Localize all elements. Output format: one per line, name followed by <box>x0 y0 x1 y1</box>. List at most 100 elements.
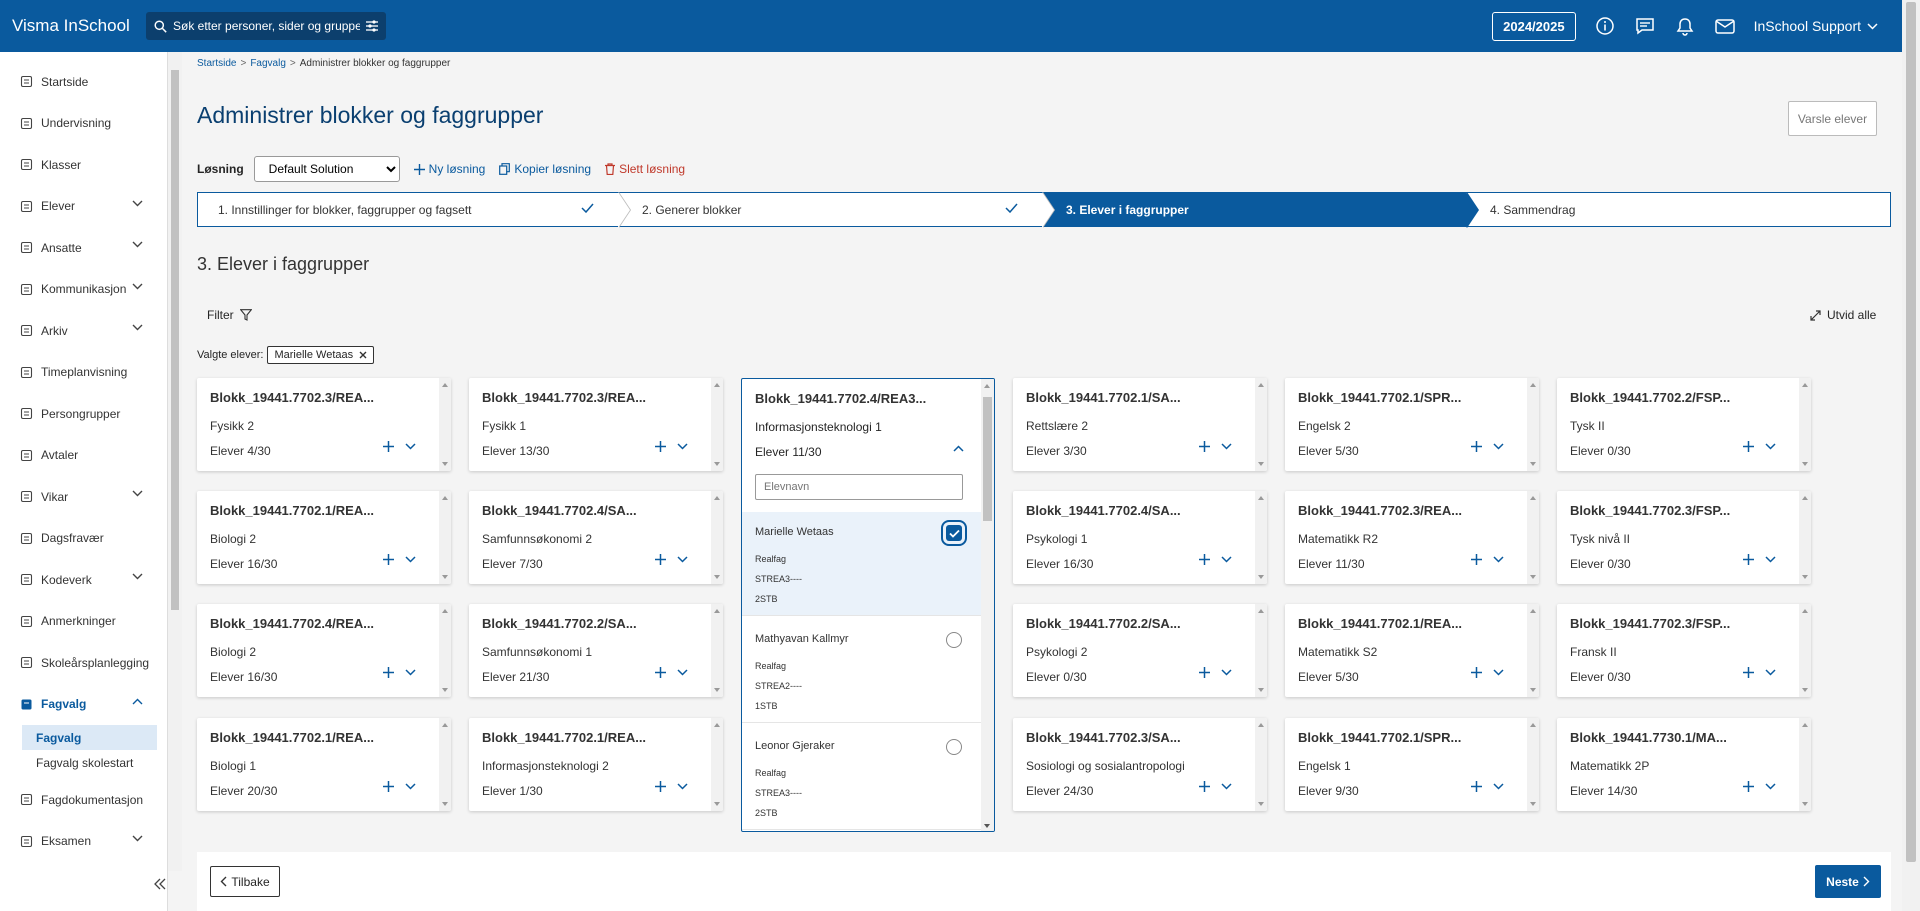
user-menu[interactable]: InSchool Support <box>1754 18 1878 34</box>
block-title[interactable]: Blokk_19441.7702.3/SA... <box>1026 730 1236 745</box>
block-title[interactable]: Blokk_19441.7702.3/FSP... <box>1570 616 1780 631</box>
wizard-step-3[interactable]: 3. Elever i faggrupper <box>1042 192 1479 228</box>
chevron-down-icon[interactable] <box>1221 556 1232 563</box>
sidebar-item-0[interactable]: Startside <box>0 61 167 103</box>
school-year-button[interactable]: 2024/2025 <box>1492 11 1576 41</box>
plus-icon[interactable] <box>1199 667 1210 678</box>
sidebar-item-14[interactable]: Skoleårsplanlegging <box>0 642 167 684</box>
block-card[interactable]: Blokk_19441.7702.4/REA... Biologi 2 Elev… <box>197 604 451 697</box>
sidebar-item-8[interactable]: Persongrupper <box>0 393 167 435</box>
block-title[interactable]: Blokk_19441.7702.2/FSP... <box>1570 390 1780 405</box>
filter-button[interactable]: Filter <box>207 308 252 322</box>
block-card[interactable]: Blokk_19441.7702.1/SPR... Engelsk 2 Elev… <box>1285 378 1539 471</box>
block-card[interactable]: Blokk_19441.7702.1/SPR... Engelsk 1 Elev… <box>1285 718 1539 811</box>
copy-solution-button[interactable]: Kopier løsning <box>499 162 591 176</box>
card-scrollbar[interactable] <box>1799 604 1811 697</box>
plus-icon[interactable] <box>383 554 394 565</box>
notify-students-button[interactable]: Varsle elever <box>1788 101 1877 136</box>
sidebar-item-13[interactable]: Anmerkninger <box>0 601 167 643</box>
mail-icon[interactable] <box>1714 15 1736 37</box>
block-title[interactable]: Blokk_19441.7702.3/REA... <box>482 390 692 405</box>
wizard-step-1[interactable]: 1. Innstillinger for blokker, faggrupper… <box>198 192 631 228</box>
sidebar-item-6[interactable]: Arkiv <box>0 310 167 352</box>
sidebar-item-3[interactable]: Elever <box>0 186 167 228</box>
block-title[interactable]: Blokk_19441.7702.1/REA... <box>482 730 692 745</box>
chevron-down-icon[interactable] <box>677 669 688 676</box>
block-card[interactable]: Blokk_19441.7702.3/REA... Fysikk 2 Eleve… <box>197 378 451 471</box>
sidebar-item-7[interactable]: Timeplanvisning <box>0 352 167 394</box>
block-title[interactable]: Blokk_19441.7702.2/SA... <box>1026 616 1236 631</box>
card-scrollbar[interactable] <box>439 491 451 584</box>
block-card[interactable]: Blokk_19441.7702.4/SA... Psykologi 1 Ele… <box>1013 491 1267 584</box>
chevron-down-icon[interactable] <box>1221 783 1232 790</box>
breadcrumb-fagvalg[interactable]: Fagvalg <box>250 58 286 69</box>
student-checkbox[interactable] <box>946 632 962 648</box>
card-scrollbar[interactable] <box>439 604 451 697</box>
block-card[interactable]: Blokk_19441.7702.2/SA... Samfunnsøkonomi… <box>469 604 723 697</box>
plus-icon[interactable] <box>655 441 666 452</box>
plus-icon[interactable] <box>1199 781 1210 792</box>
sliders-icon[interactable] <box>366 20 378 32</box>
card-scrollbar[interactable] <box>1799 491 1811 584</box>
block-card[interactable]: Blokk_19441.7702.3/FSP... Fransk II Elev… <box>1557 604 1811 697</box>
sidebar-item-10[interactable]: Vikar <box>0 476 167 518</box>
collapse-sidebar-icon[interactable] <box>154 878 166 890</box>
bell-icon[interactable] <box>1674 15 1696 37</box>
chevron-down-icon[interactable] <box>1493 443 1504 450</box>
breadcrumb-startside[interactable]: Startside <box>197 58 236 69</box>
card-scrollbar[interactable] <box>1527 378 1539 471</box>
block-title[interactable]: Blokk_19441.7702.1/REA... <box>210 730 420 745</box>
plus-icon[interactable] <box>655 667 666 678</box>
card-scrollbar[interactable] <box>1527 491 1539 584</box>
expand-all-button[interactable]: Utvid alle <box>1810 308 1876 322</box>
close-icon[interactable] <box>359 351 367 359</box>
plus-icon[interactable] <box>655 554 666 565</box>
block-card[interactable]: Blokk_19441.7702.1/REA... Biologi 2 Elev… <box>197 491 451 584</box>
card-scrollbar[interactable] <box>1255 718 1267 811</box>
plus-icon[interactable] <box>655 781 666 792</box>
student-checkbox[interactable] <box>941 520 967 546</box>
plus-icon[interactable] <box>383 441 394 452</box>
block-title[interactable]: Blokk_19441.7702.1/SPR... <box>1298 730 1508 745</box>
chevron-up-icon[interactable] <box>953 445 964 452</box>
block-title[interactable]: Blokk_19441.7702.3/FSP... <box>1570 503 1780 518</box>
chevron-down-icon[interactable] <box>1493 783 1504 790</box>
sidebar-item-after-0[interactable]: Fagdokumentasjon <box>0 779 167 821</box>
student-row[interactable]: Leonor Gjeraker Realfag STREA3---- 2STB <box>742 726 982 830</box>
card-scrollbar[interactable] <box>1799 378 1811 471</box>
block-title[interactable]: Blokk_19441.7702.4/SA... <box>482 503 692 518</box>
sidebar-item-after-1[interactable]: Eksamen <box>0 821 167 863</box>
wizard-step-2[interactable]: 2. Generer blokker <box>618 192 1055 228</box>
sidebar-scrollbar[interactable] <box>168 52 182 871</box>
sidebar-item-4[interactable]: Ansatte <box>0 227 167 269</box>
plus-icon[interactable] <box>383 781 394 792</box>
block-title[interactable]: Blokk_19441.7702.1/REA... <box>210 503 420 518</box>
block-title[interactable]: Blokk_19441.7702.4/SA... <box>1026 503 1236 518</box>
plus-icon[interactable] <box>1743 441 1754 452</box>
chevron-down-icon[interactable] <box>405 556 416 563</box>
plus-icon[interactable] <box>1199 441 1210 452</box>
block-title[interactable]: Blokk_19441.7702.2/SA... <box>482 616 692 631</box>
card-scrollbar[interactable] <box>1255 604 1267 697</box>
delete-solution-button[interactable]: Slett løsning <box>605 162 685 176</box>
block-title[interactable]: Blokk_19441.7702.4/REA3... <box>755 391 965 406</box>
card-scrollbar[interactable] <box>1527 604 1539 697</box>
plus-icon[interactable] <box>1471 441 1482 452</box>
block-card[interactable]: Blokk_19441.7730.1/MA... Matematikk 2P E… <box>1557 718 1811 811</box>
chevron-down-icon[interactable] <box>677 556 688 563</box>
block-card[interactable]: Blokk_19441.7702.1/REA... Matematikk S2 … <box>1285 604 1539 697</box>
block-title[interactable]: Blokk_19441.7702.4/REA... <box>210 616 420 631</box>
chevron-down-icon[interactable] <box>1765 669 1776 676</box>
sidebar-item-5[interactable]: Kommunikasjon <box>0 269 167 311</box>
chevron-down-icon[interactable] <box>1765 783 1776 790</box>
block-title[interactable]: Blokk_19441.7702.1/SA... <box>1026 390 1236 405</box>
card-scrollbar[interactable] <box>711 491 723 584</box>
chevron-down-icon[interactable] <box>405 783 416 790</box>
info-icon[interactable] <box>1594 15 1616 37</box>
block-title[interactable]: Blokk_19441.7702.1/REA... <box>1298 616 1508 631</box>
block-card[interactable]: Blokk_19441.7702.3/SA... Sosiologi og so… <box>1013 718 1267 811</box>
chevron-down-icon[interactable] <box>1493 669 1504 676</box>
card-scrollbar[interactable] <box>711 604 723 697</box>
chevron-down-icon[interactable] <box>1221 443 1232 450</box>
chevron-down-icon[interactable] <box>405 669 416 676</box>
